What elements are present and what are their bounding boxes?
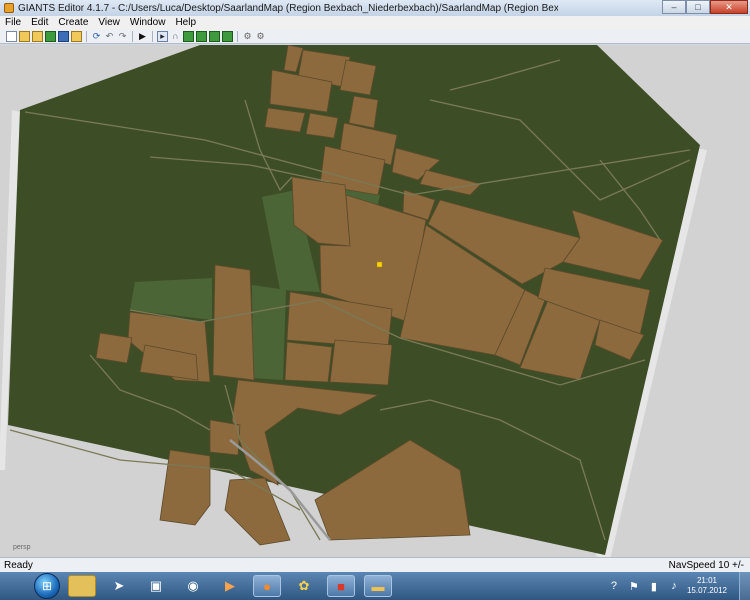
viewport-camera-label: persp bbox=[13, 544, 31, 551]
settings-tool-icon[interactable]: ⚙ bbox=[255, 31, 266, 42]
field[interactable] bbox=[339, 59, 377, 96]
windows-taskbar: ⊞ ➤ ▣ ◉ ▶ ● ✿ ■ ▬ ? ⚑ ▮ ♪ 21:01 15.07.20… bbox=[0, 572, 750, 600]
field[interactable] bbox=[329, 339, 393, 386]
field[interactable] bbox=[212, 264, 255, 381]
flag-icon[interactable]: ⚑ bbox=[627, 579, 641, 593]
save-icon[interactable] bbox=[58, 31, 69, 42]
giants-app-icon bbox=[4, 3, 14, 13]
network-icon[interactable]: ➤ bbox=[105, 575, 133, 597]
import-icon[interactable] bbox=[32, 31, 43, 42]
network-tray-icon[interactable]: ▮ bbox=[647, 579, 661, 593]
redo-icon[interactable]: ↷ bbox=[117, 31, 128, 42]
menu-bar: File Edit Create View Window Help bbox=[0, 16, 750, 30]
new-file-icon[interactable] bbox=[6, 31, 17, 42]
terrain-paint-icon[interactable] bbox=[196, 31, 207, 42]
menu-view[interactable]: View bbox=[93, 16, 125, 30]
refresh-icon[interactable]: ⟳ bbox=[91, 31, 102, 42]
toolbar: ⟳ ↶ ↷ ▶ ▸ ∩ ⚙ ⚙ bbox=[0, 30, 750, 44]
windows-start-button[interactable]: ⊞ bbox=[34, 573, 60, 599]
scatter-tool-icon[interactable]: ⚙ bbox=[242, 31, 253, 42]
foliage-paint-icon[interactable] bbox=[209, 31, 220, 42]
status-text: Ready bbox=[4, 559, 33, 571]
field[interactable] bbox=[305, 112, 339, 139]
menu-create[interactable]: Create bbox=[53, 16, 93, 30]
system-tray: ? ⚑ ▮ ♪ 21:01 15.07.2012 bbox=[607, 572, 750, 600]
taskbar-clock[interactable]: 21:01 15.07.2012 bbox=[687, 576, 727, 596]
menu-help[interactable]: Help bbox=[170, 16, 201, 30]
volume-icon[interactable]: ♪ bbox=[667, 579, 681, 593]
status-bar: Ready NavSpeed 10 +/- bbox=[0, 557, 750, 572]
paint-icon[interactable]: ✿ bbox=[290, 575, 318, 597]
toolbar-separator bbox=[152, 31, 153, 42]
menu-window[interactable]: Window bbox=[125, 16, 171, 30]
help-icon[interactable]: ? bbox=[607, 579, 621, 593]
clock-time: 21:01 bbox=[696, 576, 717, 585]
terrain-map[interactable] bbox=[0, 45, 750, 557]
close-button[interactable]: ✕ bbox=[710, 0, 748, 14]
menu-edit[interactable]: Edit bbox=[26, 16, 53, 30]
terrain-sculpt-icon[interactable] bbox=[183, 31, 194, 42]
export-icon[interactable] bbox=[45, 31, 56, 42]
open-folder-icon[interactable] bbox=[19, 31, 30, 42]
field[interactable] bbox=[348, 95, 379, 129]
select-tool-icon[interactable]: ▸ bbox=[157, 31, 168, 42]
toolbar-separator bbox=[237, 31, 238, 42]
play-icon[interactable]: ▶ bbox=[137, 31, 148, 42]
media-player-icon[interactable]: ▶ bbox=[216, 575, 244, 597]
window-controls: – □ ✕ bbox=[662, 0, 748, 14]
selection-marker[interactable] bbox=[376, 261, 383, 268]
meadow-area bbox=[252, 285, 286, 380]
window-title: GIANTS Editor 4.1.7 - C:/Users/Luca/Desk… bbox=[18, 2, 558, 14]
clock-date: 15.07.2012 bbox=[686, 586, 727, 595]
show-desktop-button[interactable] bbox=[739, 572, 750, 600]
minimize-button[interactable]: – bbox=[662, 0, 686, 14]
field[interactable] bbox=[224, 477, 291, 546]
title-bar: GIANTS Editor 4.1.7 - C:/Users/Luca/Desk… bbox=[0, 0, 750, 17]
maximize-button[interactable]: □ bbox=[686, 0, 710, 14]
field[interactable] bbox=[159, 449, 211, 526]
firefox-icon[interactable]: ● bbox=[253, 575, 281, 597]
explorer-icon[interactable] bbox=[68, 575, 96, 597]
undo-icon[interactable]: ↶ bbox=[104, 31, 115, 42]
move-tool-icon[interactable]: ∩ bbox=[170, 31, 181, 42]
texture-paint-icon[interactable] bbox=[222, 31, 233, 42]
menu-file[interactable]: File bbox=[0, 16, 26, 30]
save-as-icon[interactable] bbox=[71, 31, 82, 42]
nav-speed-text: NavSpeed 10 +/- bbox=[668, 559, 744, 571]
steam-icon[interactable]: ◉ bbox=[179, 575, 207, 597]
toolbar-separator bbox=[86, 31, 87, 42]
folder-taskbar-icon[interactable]: ▬ bbox=[364, 575, 392, 597]
media-icon[interactable]: ▣ bbox=[142, 575, 170, 597]
field[interactable] bbox=[95, 332, 133, 364]
3d-viewport[interactable]: persp bbox=[0, 45, 750, 557]
toolbar-separator bbox=[132, 31, 133, 42]
field[interactable] bbox=[284, 341, 333, 383]
giants-editor-taskbar-icon[interactable]: ■ bbox=[327, 575, 355, 597]
